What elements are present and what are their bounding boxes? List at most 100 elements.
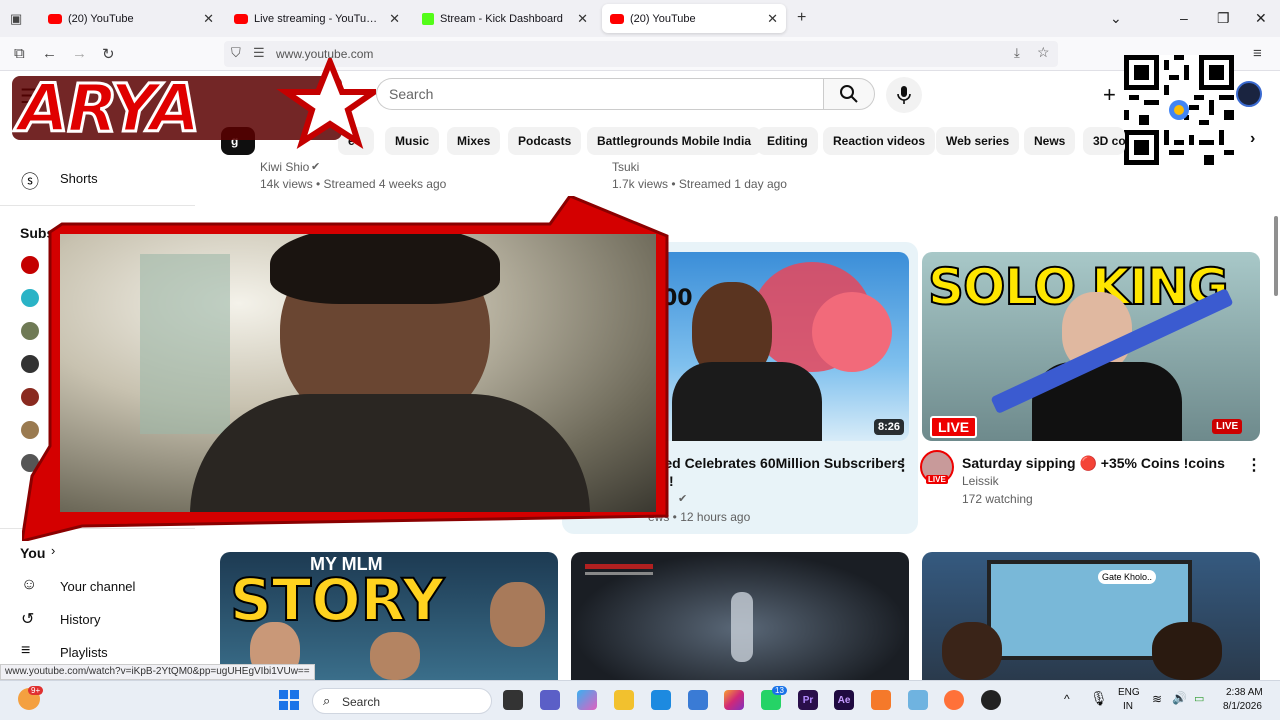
after-effects-icon[interactable]: Ae [834, 690, 854, 710]
instagram-icon[interactable] [724, 690, 744, 710]
taskbar-search-input[interactable]: ⌕ Search [312, 688, 492, 714]
person-shape [370, 632, 420, 680]
whatsapp-badge: 13 [772, 686, 787, 695]
clock-time[interactable]: 2:38 AM [1226, 687, 1263, 698]
voice-search-button[interactable] [886, 77, 922, 113]
sidebar-item-playlists[interactable]: Playlists [60, 645, 108, 660]
firefox-icon[interactable] [944, 690, 964, 710]
chip-music[interactable]: Music [385, 127, 440, 155]
store-icon[interactable] [688, 690, 708, 710]
your-channel-icon: ☺ [21, 576, 38, 593]
search-input[interactable]: Search [376, 78, 824, 110]
more-options-icon[interactable]: ⋮ [1246, 455, 1262, 475]
teams-icon[interactable] [540, 690, 560, 710]
close-tab-icon[interactable]: ✕ [203, 11, 214, 27]
stamina-bar [585, 572, 653, 575]
page-scrollbar[interactable] [1274, 216, 1278, 296]
clock-date[interactable]: 8/1/2026 [1223, 701, 1262, 712]
chip-podcasts[interactable]: Podcasts [508, 127, 582, 155]
person-shape [490, 582, 545, 647]
mail-icon[interactable] [908, 690, 928, 710]
chip-battlegrounds-mobile-india[interactable]: Battlegrounds Mobile India [587, 127, 762, 155]
tab-youtube-1[interactable]: (20) YouTube ✕ [40, 4, 222, 33]
chip-3d[interactable]: 3D co [1083, 127, 1125, 155]
close-tab-icon[interactable]: ✕ [767, 11, 778, 27]
copilot-icon[interactable] [577, 690, 597, 710]
sidebar-you-heading[interactable]: You [20, 545, 45, 561]
chip-web-series[interactable]: Web series [936, 127, 1020, 155]
history-icon: ↺ [21, 611, 35, 628]
close-tab-icon[interactable]: ✕ [389, 11, 400, 27]
webcam-overlay [22, 196, 672, 541]
qr-code-icon [1124, 55, 1234, 165]
chip-reaction-videos[interactable]: Reaction videos [823, 127, 936, 155]
tab-list-icon[interactable]: ▣ [10, 11, 22, 27]
arya-logo-text: ARYA [16, 69, 201, 149]
chip-news[interactable]: News [1024, 127, 1076, 155]
video-thumbnail-live[interactable]: SOLO KING LIVE LIVE [922, 252, 1260, 441]
youtube-favicon-icon [610, 13, 624, 24]
task-view-icon[interactable] [503, 690, 523, 710]
person-shape [1152, 622, 1222, 680]
chevron-up-icon[interactable]: ^ [1064, 692, 1070, 706]
avatar-live-badge: LIVE [926, 475, 948, 484]
microphone-icon[interactable]: 🎙 [1090, 690, 1108, 707]
youtube-favicon-icon [234, 13, 248, 24]
close-tab-icon[interactable]: ✕ [577, 11, 588, 27]
minimize-icon[interactable]: – [1180, 10, 1188, 26]
sidebar-item-history[interactable]: History [60, 612, 100, 627]
chevron-right-icon[interactable]: › [1250, 130, 1255, 148]
person-body-shape [672, 362, 822, 441]
avatar[interactable] [1236, 81, 1262, 107]
download-page-icon[interactable]: ⤓ [1014, 45, 1020, 61]
premiere-pro-icon[interactable]: Pr [798, 690, 818, 710]
person-shape [942, 622, 1002, 680]
video-channel[interactable]: Kiwi Shio [260, 160, 309, 174]
obs-icon[interactable] [981, 690, 1001, 710]
close-window-icon[interactable]: ✕ [1255, 10, 1267, 27]
more-options-icon[interactable]: ⋮ [895, 455, 911, 475]
maximize-icon[interactable]: ❐ [1217, 10, 1230, 27]
menu-icon[interactable]: ≡ [1253, 45, 1262, 62]
chip-editing[interactable]: Editing [757, 127, 818, 155]
language-bottom[interactable]: IN [1123, 701, 1133, 712]
video-meta: 1.7k views • Streamed 1 day ago [612, 177, 787, 191]
video-title[interactable]: Saturday sipping 🔴 +35% Coins !coins [962, 455, 1225, 472]
tab-youtube-studio[interactable]: Live streaming - YouTube Studio ✕ [226, 4, 408, 33]
video-channel[interactable]: Leissik [962, 474, 999, 488]
bookmark-star-icon[interactable]: ☆ [1037, 44, 1050, 61]
sidebar-item-your-channel[interactable]: Your channel [60, 579, 135, 594]
file-explorer-icon[interactable] [614, 690, 634, 710]
youtube-favicon-icon [48, 13, 62, 24]
arya-logo: ARYA [8, 58, 376, 150]
tab-kick-dashboard[interactable]: Stream - Kick Dashboard ✕ [414, 4, 596, 33]
video-thumbnail[interactable]: Gate Kholo.. [922, 552, 1260, 680]
chip-mixes[interactable]: Mixes [447, 127, 501, 155]
wifi-icon[interactable]: ≋ [1152, 692, 1162, 706]
tab-youtube-active[interactable]: (20) YouTube ✕ [602, 4, 786, 33]
language-top[interactable]: ENG [1118, 687, 1140, 698]
video-channel[interactable]: Tsuki [612, 160, 639, 174]
windows-start-icon[interactable] [279, 690, 299, 710]
hair-shape [270, 234, 500, 304]
volume-icon[interactable]: 🔊 [1172, 691, 1187, 705]
new-tab-icon[interactable]: + [797, 9, 806, 27]
duration-badge: 8:26 [874, 419, 905, 435]
shorts-icon: ⓢ [21, 172, 39, 192]
sidebar-item-shorts[interactable]: Shorts [60, 171, 98, 186]
search-icon [840, 85, 858, 103]
tab-overflow-chevron-icon[interactable]: ⌄ [1110, 10, 1122, 27]
shirt-shape [190, 394, 590, 512]
video-thumbnail[interactable] [571, 552, 909, 680]
blender-icon[interactable] [871, 690, 891, 710]
kick-favicon-icon [422, 12, 434, 25]
verified-icon: ✔ [311, 161, 321, 173]
create-icon[interactable]: + [1103, 82, 1116, 108]
edge-icon[interactable] [651, 690, 671, 710]
video-title[interactable]: peed Celebrates 60Million Subscribers [648, 455, 905, 471]
search-button[interactable] [823, 78, 875, 110]
battery-icon[interactable]: ▭ [1194, 692, 1204, 705]
video-thumbnail[interactable]: MY MLM STORY [220, 552, 558, 680]
video-meta: 172 watching [962, 492, 1033, 506]
playlists-icon: ≡ [21, 642, 31, 659]
